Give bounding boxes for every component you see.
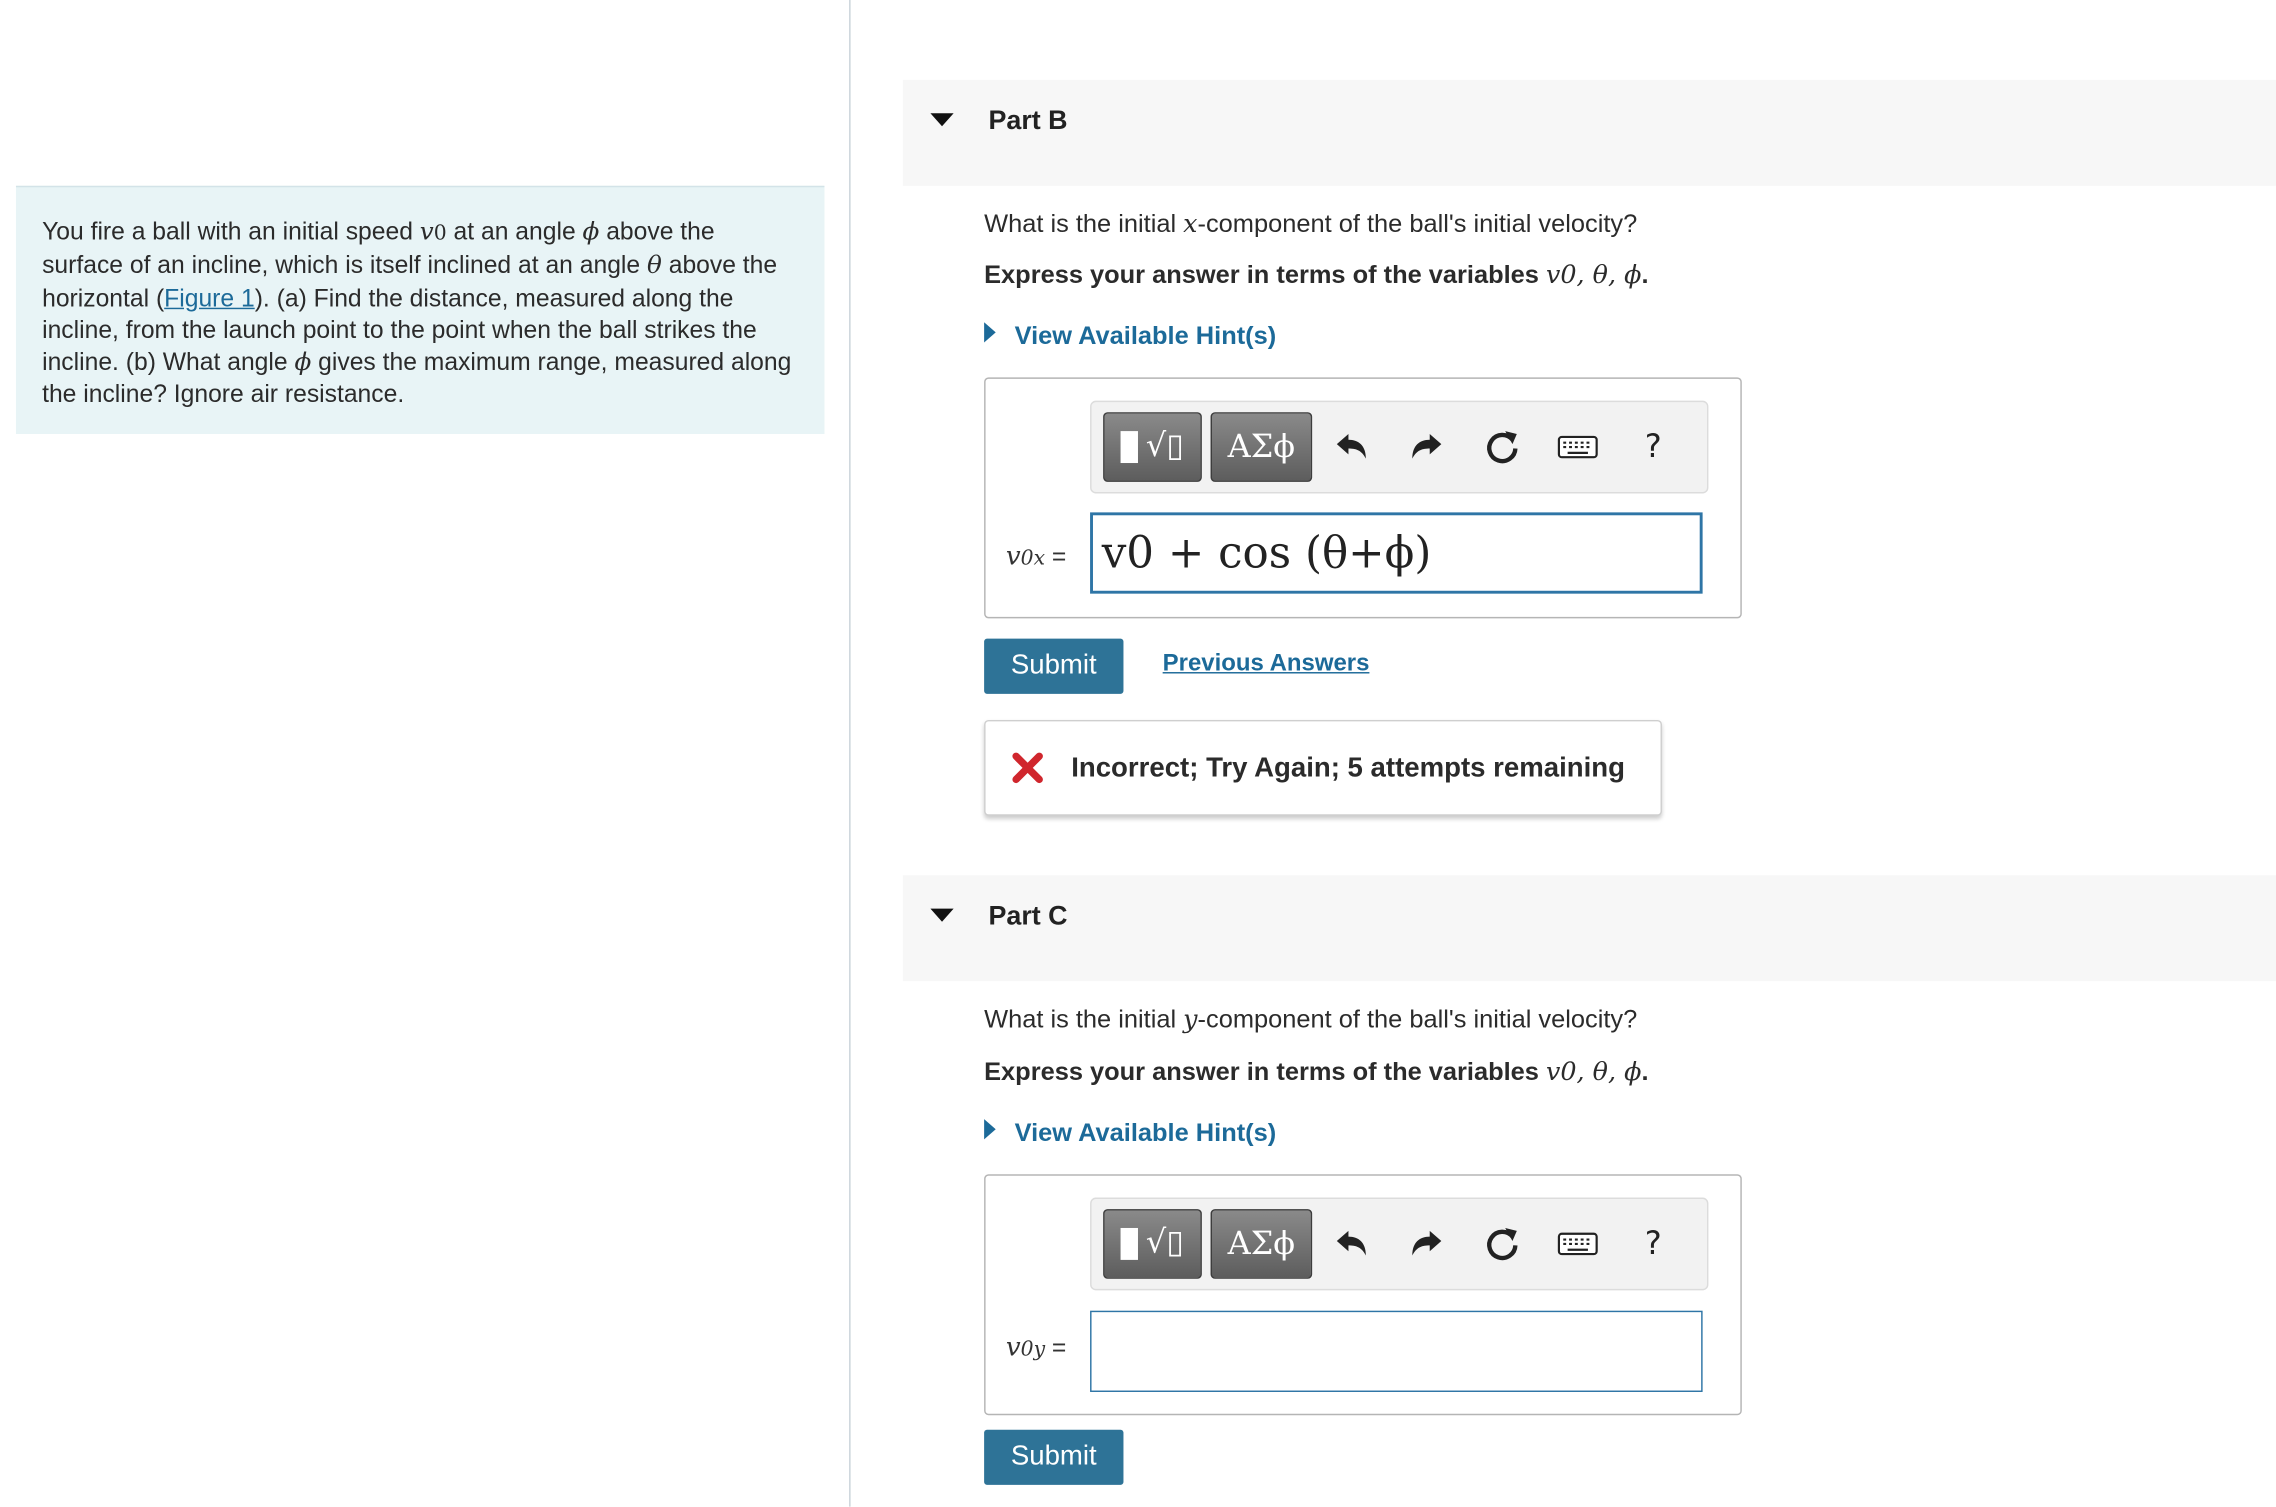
figure-link[interactable]: Figure 1 (164, 284, 255, 312)
problem-text-2: at an angle (446, 217, 583, 246)
v0x-answer-input[interactable]: v0 + cos (θ+ϕ) (1090, 512, 1703, 594)
templates-button[interactable]: √▯ (1103, 412, 1202, 482)
undo-icon[interactable] (1327, 1219, 1376, 1268)
math-toolbar: √▯ ΑΣϕ ? (1090, 1197, 1709, 1291)
expand-triangle-icon (984, 1119, 996, 1140)
theta-symbol: θ (646, 251, 662, 281)
part-b-instruction: Express your answer in terms of the vari… (984, 259, 1649, 291)
part-b-header[interactable]: Part B (902, 79, 2276, 186)
help-icon[interactable]: ? (1629, 422, 1678, 471)
keyboard-icon[interactable] (1553, 1219, 1602, 1268)
v0-symbol: v0 (419, 217, 447, 247)
part-c-instruction: Express your answer in terms of the vari… (984, 1056, 1649, 1088)
part-c-answer-box: √▯ ΑΣϕ ? v0y = (984, 1174, 1742, 1416)
v0x-label: v0x = (1005, 541, 1067, 572)
part-c-question: What is the initial y-component of the b… (984, 1004, 1638, 1035)
previous-answers-link[interactable]: Previous Answers (1163, 650, 1370, 678)
instruction-vars: v0, θ, ϕ (1546, 1058, 1642, 1088)
phi-symbol: ϕ (582, 217, 600, 247)
page: You fire a ball with an initial speed v0… (0, 0, 2276, 1507)
reset-icon[interactable] (1478, 1219, 1527, 1268)
redo-icon[interactable] (1402, 1219, 1451, 1268)
v0y-label: v0y = (1005, 1332, 1067, 1363)
part-b-question: What is the initial x-component of the b… (984, 209, 1638, 240)
part-b-submit-button[interactable]: Submit (984, 638, 1124, 694)
reset-icon[interactable] (1478, 422, 1527, 471)
keyboard-icon[interactable] (1553, 422, 1602, 471)
greek-symbols-button[interactable]: ΑΣϕ (1210, 412, 1313, 482)
expand-triangle-icon (984, 322, 996, 343)
undo-icon[interactable] (1327, 422, 1376, 471)
part-b-hint-toggle[interactable]: View Available Hint(s) (984, 321, 1276, 351)
collapse-caret-icon[interactable] (930, 113, 954, 127)
column-divider (849, 0, 851, 1507)
x-variable: x (1183, 210, 1198, 240)
math-toolbar: √▯ ΑΣϕ ? (1090, 400, 1709, 494)
phi-symbol-2: ϕ (294, 348, 312, 378)
instruction-vars: v0, θ, ϕ (1546, 261, 1642, 291)
problem-text-1: You fire a ball with an initial speed (42, 217, 420, 246)
redo-icon[interactable] (1402, 422, 1451, 471)
help-icon[interactable]: ? (1629, 1219, 1678, 1268)
feedback-message-box: Incorrect; Try Again; 5 attempts remaini… (984, 719, 1662, 816)
templates-button[interactable]: √▯ (1103, 1209, 1202, 1279)
part-c-header[interactable]: Part C (902, 875, 2276, 982)
templates-icon (1121, 431, 1139, 464)
greek-symbols-button[interactable]: ΑΣϕ (1210, 1209, 1313, 1279)
part-c-submit-button[interactable]: Submit (984, 1429, 1124, 1485)
part-c-hint-toggle[interactable]: View Available Hint(s) (984, 1118, 1276, 1148)
feedback-text: Incorrect; Try Again; 5 attempts remaini… (1071, 753, 1625, 784)
templates-icon (1121, 1227, 1139, 1260)
incorrect-x-icon (1012, 752, 1044, 791)
part-b-title: Part B (988, 104, 1068, 135)
v0y-answer-input[interactable] (1090, 1310, 1703, 1392)
part-b-answer-box: √▯ ΑΣϕ ? v0x = v0 + cos (θ+ϕ) (984, 377, 1742, 619)
y-variable: y (1183, 1005, 1198, 1035)
problem-statement: You fire a ball with an initial speed v0… (15, 185, 825, 434)
collapse-caret-icon[interactable] (930, 908, 954, 922)
part-c-title: Part C (988, 899, 1068, 931)
